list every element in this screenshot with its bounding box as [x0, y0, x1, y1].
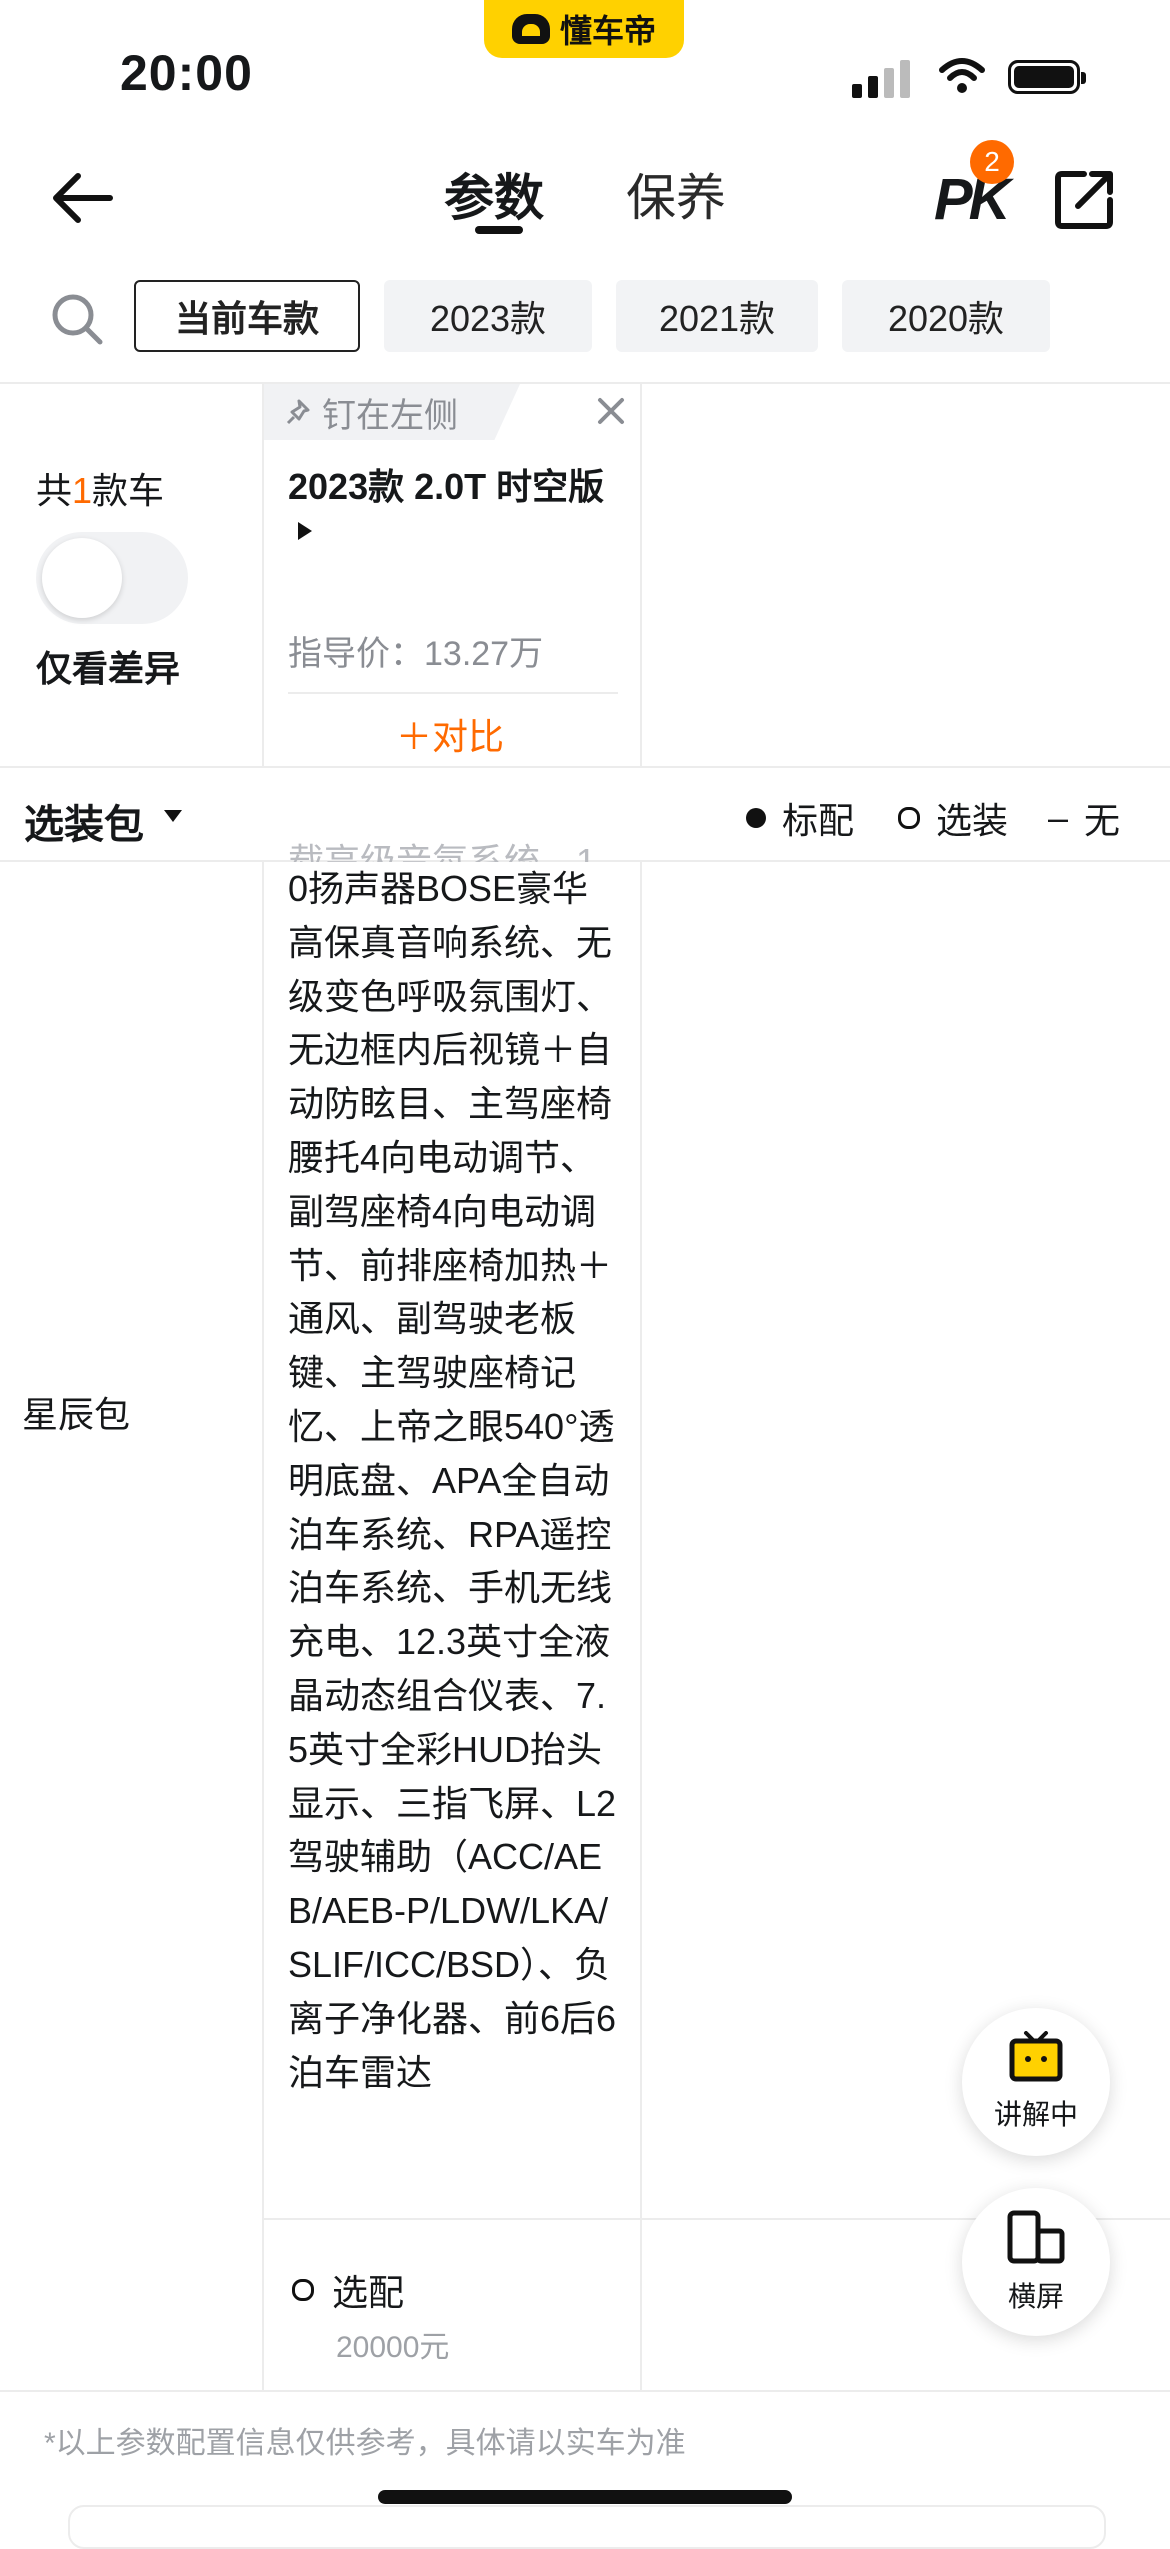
filled-dot-icon — [746, 808, 766, 828]
filter-chip-current[interactable]: 当前车款 — [134, 280, 360, 352]
play-icon[interactable] — [298, 522, 312, 540]
tab-maintenance[interactable]: 保养 — [626, 158, 726, 230]
pin-label: 钉在左侧 — [322, 396, 458, 435]
legend-none: – 无 — [1048, 797, 1121, 841]
hollow-dot-icon — [292, 2279, 314, 2301]
app-name: 懂车帝 — [559, 13, 656, 49]
disclaimer: *以上参数配置信息仅供参考，具体请以实车为准 — [44, 2427, 686, 2460]
car-model-name[interactable]: 2023款 2.0T 时空版 — [288, 458, 638, 510]
pin-icon — [286, 399, 310, 425]
package-description-cut: 载高级音氛系统、1 — [288, 841, 597, 862]
tv-icon — [1009, 2031, 1063, 2082]
option-status: 选配 — [292, 2264, 404, 2316]
legend-optional: 选装 — [898, 792, 1008, 844]
divider — [0, 2390, 1170, 2392]
home-indicator — [378, 2490, 792, 2504]
hollow-dot-icon — [898, 807, 920, 829]
column-divider — [640, 862, 642, 2392]
column-divider — [262, 862, 264, 2392]
options-package-dropdown[interactable]: 选装包 — [24, 792, 144, 850]
share-icon[interactable] — [1054, 168, 1116, 230]
status-time: 20:00 — [120, 45, 253, 101]
model-count: 共1款车 — [36, 470, 165, 511]
back-arrow-icon[interactable] — [48, 168, 118, 228]
bottom-card — [68, 2505, 1106, 2549]
column-divider — [262, 384, 264, 766]
filter-chip-2020[interactable]: 2020款 — [842, 280, 1050, 352]
landscape-button[interactable]: 横屏 — [962, 2188, 1110, 2336]
filter-chip-2023[interactable]: 2023款 — [384, 280, 592, 352]
diff-only-toggle[interactable] — [36, 532, 188, 624]
battery-icon — [1008, 60, 1086, 94]
column-divider — [640, 384, 642, 766]
dash-icon: – — [1048, 797, 1069, 838]
caret-down-icon[interactable] — [164, 810, 182, 822]
diff-only-label: 仅看差异 — [36, 648, 181, 689]
close-icon[interactable] — [592, 392, 630, 430]
package-name: 星辰包 — [22, 1394, 131, 1435]
search-icon[interactable] — [50, 292, 104, 346]
package-description: 0扬声器BOSE豪华高保真音响系统、无级变色呼吸氛围灯、无边框内后视镜＋自动防眩… — [288, 868, 617, 2093]
divider — [288, 692, 618, 694]
divider — [0, 382, 1170, 384]
explain-button[interactable]: 讲解中 — [962, 2008, 1110, 2156]
option-price: 20000元 — [336, 2331, 450, 2364]
filter-chip-2021[interactable]: 2021款 — [616, 280, 818, 352]
add-compare-button[interactable]: ＋对比 — [396, 708, 504, 760]
app-logo-icon — [511, 14, 550, 44]
guide-price: 指导价：13.27万 — [288, 635, 544, 673]
app-indicator[interactable]: 懂车帝 — [484, 0, 684, 58]
cellular-signal-icon — [852, 58, 914, 98]
wifi-icon — [939, 58, 985, 93]
active-tab-indicator — [475, 226, 523, 234]
rotate-screen-icon — [1007, 2210, 1065, 2264]
legend-standard: 标配 — [746, 792, 854, 844]
pk-count-badge: 2 — [970, 140, 1014, 184]
pin-left-button[interactable]: 钉在左侧 — [264, 384, 520, 440]
tab-params[interactable]: 参数 — [444, 158, 544, 230]
